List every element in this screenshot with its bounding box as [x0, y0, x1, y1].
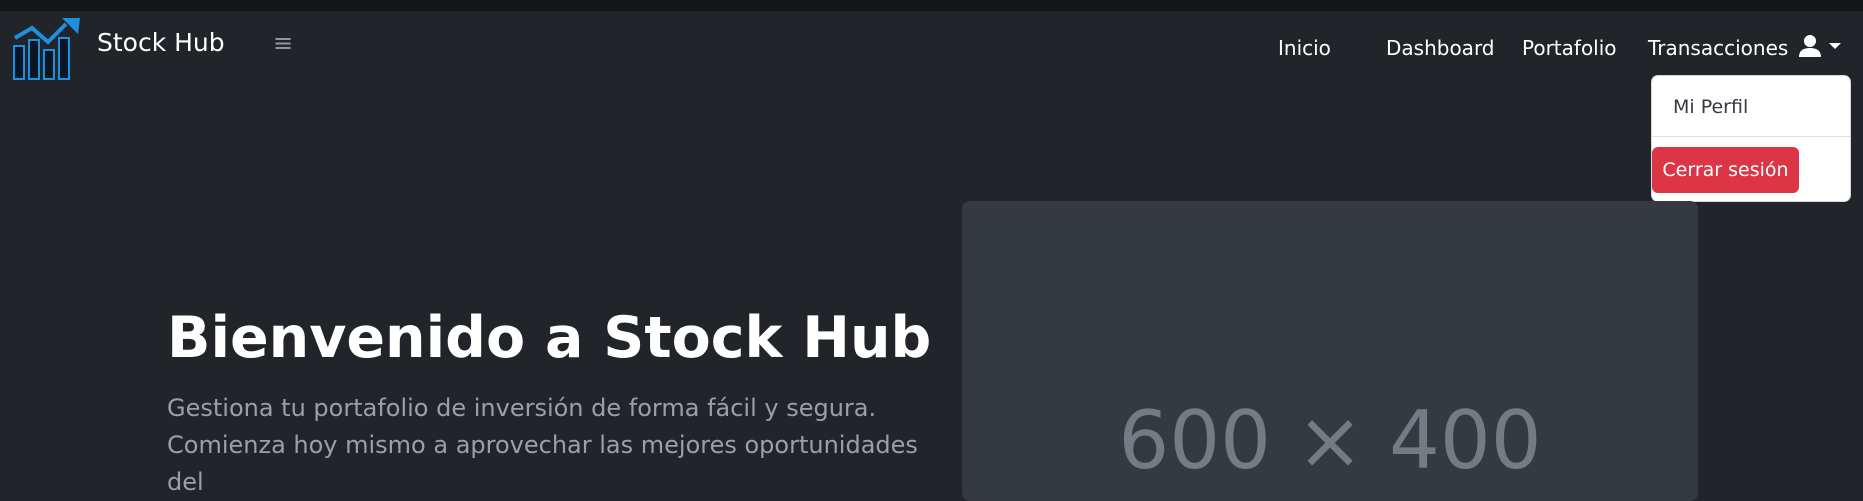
menu-item-profile[interactable]: Mi Perfil — [1673, 96, 1748, 118]
brand-name[interactable]: Stock Hub — [97, 28, 225, 57]
hero-image-placeholder: 600 × 400 — [962, 201, 1698, 501]
chevron-down-icon — [1829, 43, 1841, 49]
stock-chart-logo-icon[interactable] — [12, 16, 84, 81]
menu-toggle-icon[interactable]: ≡ — [273, 31, 293, 55]
user-menu-toggle[interactable] — [1796, 33, 1844, 63]
user-dropdown-menu: Mi Perfil Cerrar sesión — [1651, 75, 1851, 202]
hero-description: Gestiona tu portafolio de inversión de f… — [167, 394, 918, 496]
placeholder-label: 600 × 400 — [1118, 394, 1542, 487]
top-strip — [0, 0, 1863, 11]
dropdown-divider — [1652, 136, 1850, 137]
hero-title: Bienvenido a Stock Hub — [167, 305, 932, 371]
nav-link-transacciones[interactable]: Transacciones — [1648, 36, 1788, 60]
nav-link-portafolio[interactable]: Portafolio — [1522, 36, 1617, 60]
nav-link-dashboard[interactable]: Dashboard — [1386, 36, 1495, 60]
user-icon — [1799, 35, 1841, 57]
nav-link-inicio[interactable]: Inicio — [1278, 36, 1331, 60]
logout-button[interactable]: Cerrar sesión — [1652, 147, 1799, 193]
navbar: Stock Hub ≡ Inicio Dashboard Portafolio … — [0, 11, 1863, 81]
